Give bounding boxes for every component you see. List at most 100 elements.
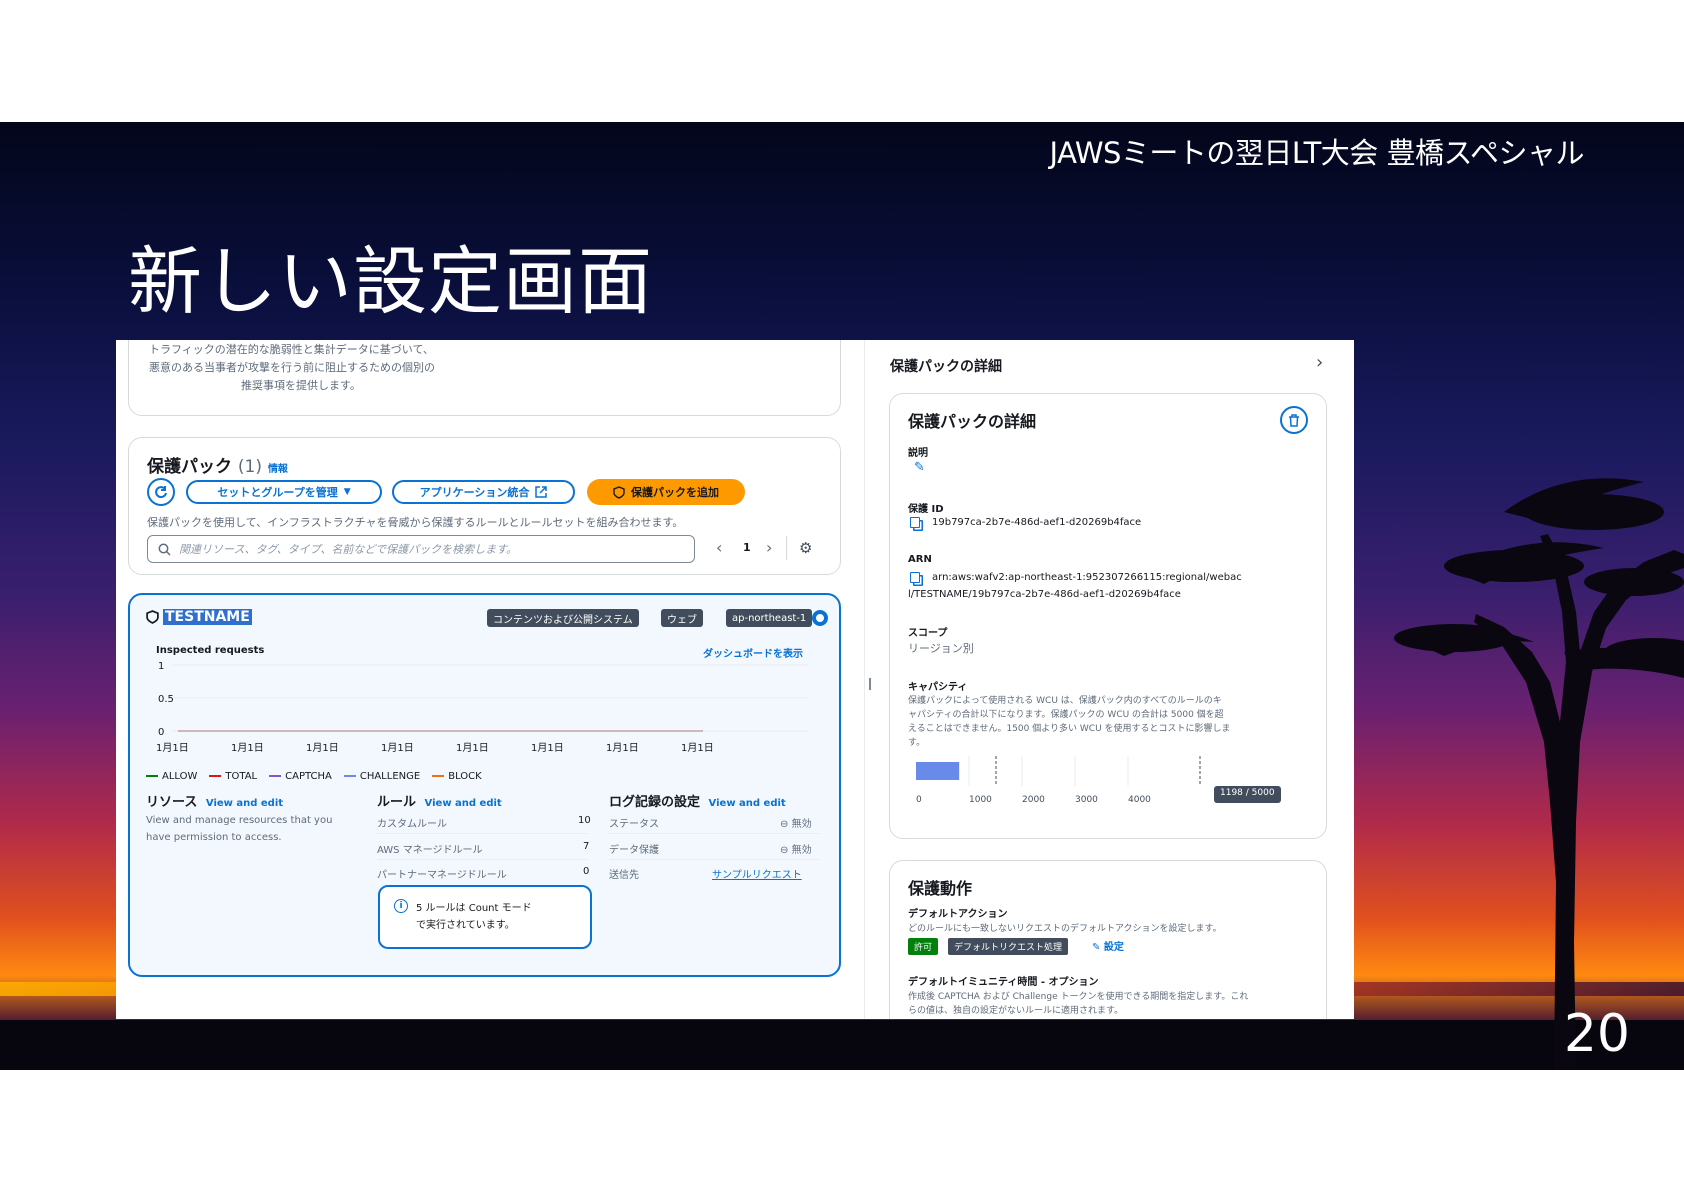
rule-row-partner-label: パートナーマネージドルール [377, 870, 507, 881]
data-protection-value: ⊖ 無効 [780, 841, 812, 856]
capacity-chart: 0 1000 2000 3000 4000 [916, 756, 1201, 805]
capacity-desc-4: す。 [908, 738, 926, 748]
capacity-badge: 1198 / 5000 [1214, 786, 1281, 803]
copy-id-icon[interactable] [910, 517, 920, 528]
logging-status-text: 無効 [791, 819, 812, 830]
dashboard-link[interactable]: ダッシュボードを表示 [703, 645, 803, 660]
packs-info-link[interactable]: 情報 [268, 464, 288, 475]
search-icon [158, 543, 171, 556]
legend-swatch-block [432, 775, 445, 777]
legend-label-total: TOTAL [225, 771, 258, 782]
capacity-tick-label: 0 [916, 795, 922, 805]
edit-action-label: 設定 [1103, 942, 1124, 953]
details-title: 保護パックの詳細 [908, 412, 1037, 431]
details-card: 保護パックの詳細 説明 ✎ 保護 ID 19b797ca-2b7e-486d-a… [889, 393, 1327, 839]
delete-button[interactable] [1280, 406, 1308, 434]
scope-value: リージョン別 [908, 642, 974, 655]
logging-title: ログ記録の設定 [609, 795, 701, 810]
slide-title: 新しい設定画面 [128, 239, 653, 325]
app-integration-button[interactable]: アプリケーション統合 [392, 480, 575, 504]
resources-heading: リソース View and edit [146, 791, 283, 810]
inspected-requests-chart: 1 0.5 0 1月1日 1月1日 1月1日 1月1日 1月1日 1月1日 1月1日 1月1日 [156, 661, 808, 754]
data-protection-label: データ保護 [609, 845, 659, 856]
rule-row-aws-value: 7 [583, 841, 590, 852]
intro-text-2: 悪意のある当事者が攻撃を行う前に阻止するための個別の [149, 361, 435, 374]
edit-action-link[interactable]: ✎ 設定 [1092, 938, 1124, 953]
select-radio[interactable] [812, 610, 828, 626]
tree-silhouette [1394, 478, 1684, 1070]
action-title: 保護動作 [908, 879, 973, 898]
resources-edit-link[interactable]: View and edit [206, 798, 283, 809]
resources-title: リソース [146, 795, 198, 810]
add-pack-label: 保護パックを追加 [631, 486, 719, 499]
rule-divider [377, 859, 587, 860]
external-link-icon [535, 486, 548, 498]
search-placeholder: 関連リソース、タグ、タイプ、名前などで保護パックを検索します。 [179, 543, 518, 556]
packs-title: 保護パック [147, 457, 232, 477]
details-panel-header: 保護パックの詳細 [890, 359, 1002, 375]
protection-packs-card: 保護パック (1) 情報 セットとグループを管理 ▼ アプリケーション統合 保護… [128, 437, 841, 575]
caret-down-icon: ▼ [343, 487, 351, 497]
scope-label: スコープ [908, 628, 948, 639]
legend-swatch-total [209, 775, 222, 777]
resize-handle[interactable] [869, 678, 871, 690]
default-action-desc: どのルールにも一致しないリクエストのデフォルトアクションを設定します。 [908, 924, 1222, 934]
refresh-button[interactable] [147, 478, 175, 506]
chevron-right-icon[interactable]: › [1316, 352, 1323, 373]
destination-label: 送信先 [609, 870, 639, 881]
manage-sets-button[interactable]: セットとグループを管理 ▼ [186, 480, 382, 504]
capacity-description: 保護パックによって使用される WCU は、保護パック内のすべてのルールのキ ャパ… [908, 694, 1231, 750]
legend-swatch-captcha [269, 775, 282, 777]
x-tick-label: 1月1日 [306, 742, 339, 754]
tag-category: コンテンツおよび公開システム [487, 609, 639, 627]
intro-text-3: 推奨事項を提供します。 [241, 379, 361, 392]
sample-requests-link[interactable]: サンプルリクエスト [712, 866, 802, 881]
copy-arn-icon[interactable] [910, 572, 920, 583]
rules-edit-link[interactable]: View and edit [425, 798, 502, 809]
page-number: 20 [1563, 1004, 1630, 1064]
y-tick-label: 1 [158, 661, 164, 672]
settings-gear-icon[interactable]: ⚙ [799, 539, 812, 557]
edit-description-icon[interactable]: ✎ [914, 460, 925, 475]
panel-divider [864, 340, 865, 1019]
rule-row-custom-value: 10 [578, 815, 591, 826]
protection-id-value: 19b797ca-2b7e-486d-aef1-d20269b4face [932, 517, 1142, 528]
immunity-desc-1: 作成後 CAPTCHA および Challenge トークンを使用できる期間を指… [908, 992, 1249, 1002]
capacity-desc-2: ャパシティの合計以下になります。保護パックの WCU の合計は 5000 個を超 [908, 710, 1224, 720]
data-protection-text: 無効 [791, 845, 812, 856]
testname-pack-card[interactable]: TESTNAME コンテンツおよび公開システム ウェブ ap-northeast… [128, 593, 841, 977]
legend-swatch-allow [146, 775, 158, 777]
chart-label: Inspected requests [156, 645, 265, 656]
legend-allow: ALLOW [146, 771, 197, 782]
packs-description: 保護パックを使用して、インフラストラクチャを脅威から保護するルールとルールセット… [147, 516, 684, 529]
capacity-label: キャパシティ [908, 682, 968, 693]
next-page-icon[interactable]: › [766, 538, 772, 557]
disabled-icon: ⊖ [780, 819, 789, 830]
legend-label-captcha: CAPTCHA [285, 771, 332, 782]
info-icon: i [394, 899, 408, 913]
capacity-tick-label: 2000 [1022, 795, 1045, 805]
x-tick-label: 1月1日 [531, 742, 564, 754]
description-label: 説明 [908, 448, 928, 459]
logging-divider [609, 859, 819, 860]
arn-value-1: arn:aws:wafv2:ap-northeast-1:95230726611… [932, 572, 1242, 583]
current-page[interactable]: 1 [743, 541, 751, 554]
console-screenshot: トラフィックの潜在的な脆弱性と集計データに基づいて、 悪意のある当事者が攻撃を行… [116, 340, 1354, 1019]
logging-status-label: ステータス [609, 819, 659, 830]
rule-divider [377, 833, 587, 834]
arn-label: ARN [908, 554, 932, 565]
legend-challenge: CHALLENGE [343, 771, 420, 782]
pager-divider [786, 536, 787, 560]
disabled-icon: ⊖ [780, 845, 789, 856]
x-tick-label: 1月1日 [681, 742, 714, 754]
pack-name[interactable]: TESTNAME [163, 609, 252, 625]
prev-page-icon[interactable]: ‹ [716, 538, 722, 557]
pack-name-row: TESTNAME [146, 609, 252, 625]
capacity-desc-1: 保護パックによって使用される WCU は、保護パック内のすべてのルールのキ [908, 696, 1222, 706]
logging-edit-link[interactable]: View and edit [709, 798, 786, 809]
pack-search-input[interactable]: 関連リソース、タグ、タイプ、名前などで保護パックを検索します。 [147, 535, 695, 563]
event-title: JAWSミートの翌日LT大会 豊橋スペシャル [1049, 136, 1585, 170]
rules-heading: ルール View and edit [377, 791, 502, 810]
packs-heading: 保護パック (1) 情報 [147, 452, 288, 477]
add-pack-button[interactable]: 保護パックを追加 [587, 479, 745, 505]
